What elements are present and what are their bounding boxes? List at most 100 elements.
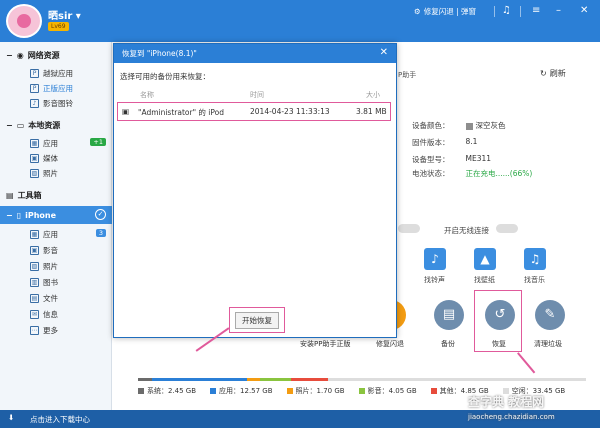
refresh-button[interactable]: ↻ 刷新 [540, 68, 566, 79]
grid-icon: ▦ [30, 138, 39, 148]
close-icon[interactable]: ✕ [380, 47, 388, 58]
fix-crash-label[interactable]: 修复闪退 [376, 339, 404, 349]
minus-icon: − [6, 50, 13, 60]
find-ringtone-label[interactable]: 找铃声 [424, 275, 445, 285]
restore-dialog: 恢复到 "iPhone(8.1)" ✕ 选择可用的备份用来恢复： 名称 时间 大… [113, 43, 397, 338]
legend-swatch [286, 388, 293, 394]
col-size: 大小 [366, 91, 380, 99]
table-header: 名称 时间 大小 [116, 89, 396, 101]
sidebar-item-iphone-photos[interactable]: ▨ 照片 [0, 259, 112, 273]
music-note-icon[interactable]: ♫ [502, 5, 511, 16]
sidebar-item-genuine-apps[interactable]: P 正版应用 [0, 81, 112, 95]
sidebar-item-iphone-books[interactable]: ▥ 图书 [0, 275, 112, 289]
storage-segment-photos [247, 378, 260, 381]
flash-fix-button[interactable]: ⚙ 修复闪退 | 弹窗 [414, 6, 476, 17]
find-wallpaper-label[interactable]: 找壁纸 [474, 275, 495, 285]
legend-item: 影音：4.05 GB [358, 386, 417, 396]
sidebar-item-iphone-files[interactable]: ▤ 文件 [0, 291, 112, 305]
sidebar-item-local-media[interactable]: ▣ 媒体 [0, 151, 112, 165]
annotation-arrow [517, 352, 536, 374]
grid-icon: ▦ [30, 229, 39, 239]
menu-icon[interactable]: ≡ [532, 5, 540, 16]
divider [494, 6, 495, 17]
divider [520, 6, 521, 17]
refresh-label: 刷新 [549, 69, 566, 78]
sidebar-item-label: 照片 [43, 261, 58, 271]
sidebar-item-local-apps[interactable]: ▦ 应用 +1 [0, 136, 112, 150]
storage-segment-media [260, 378, 291, 381]
username[interactable]: 晒sir ▾ [48, 7, 81, 22]
image-icon[interactable]: ▲ [474, 248, 496, 270]
download-icon: ⬇ [8, 413, 15, 422]
legend-item: 应用：12.57 GB [210, 386, 273, 396]
legend-swatch [210, 388, 217, 394]
close-icon[interactable]: ✕ [580, 5, 588, 16]
username-label[interactable]: 晒sir [48, 11, 72, 22]
level-badge: Lv69 [48, 22, 69, 31]
sidebar-item-label: 应用 [43, 138, 58, 148]
legend-swatch [430, 388, 437, 394]
refresh-icon: ↻ [540, 69, 547, 78]
sidebar-item-iphone-apps[interactable]: ▦ 应用 3 [0, 227, 112, 241]
broom-icon[interactable]: ✎ [535, 300, 565, 330]
phone-icon: ▯ [16, 210, 22, 220]
storage-segment-apps [152, 378, 247, 381]
section-network[interactable]: − ◉ 网络资源 [0, 46, 112, 64]
sidebar: − ◉ 网络资源 P 越狱应用 P 正版应用 ♪ 影音图铃 − ▭ 本地资源 ▦ 应用 +1 ▣ 媒… [0, 42, 112, 410]
section-label: 网络资源 [27, 50, 60, 60]
legend-swatch [138, 388, 144, 394]
storage-segment-other [291, 378, 328, 381]
storage-bar [138, 378, 586, 381]
sidebar-item-local-photos[interactable]: ▨ 照片 [0, 166, 112, 180]
backup-time: 2014-04-23 11:33:13 [250, 107, 330, 116]
storage-segment-free [328, 378, 586, 381]
flash-fix-label: 修复闪退 | 弹窗 [423, 7, 477, 16]
install-pp-label[interactable]: 安装PP助手正版 [300, 339, 350, 349]
backup-row[interactable]: ▣ "Administrator" 的 iPod 2014-04-23 11:3… [117, 102, 391, 121]
sidebar-item-label: 文件 [43, 293, 58, 303]
section-label: iPhone [25, 210, 57, 220]
backup-icon[interactable]: ▤ [434, 300, 464, 330]
minimize-icon[interactable]: – [556, 5, 561, 16]
legend-label: 影音：4.05 GB [367, 387, 417, 395]
sidebar-item-label: 越狱应用 [43, 68, 73, 78]
section-iphone[interactable]: − ▯ iPhone ✓ [0, 206, 112, 224]
message-icon: ✉ [30, 309, 39, 319]
toggle-left[interactable] [398, 224, 420, 233]
sidebar-item-label: 影音 [43, 245, 58, 255]
info-value: ME311 [465, 154, 492, 163]
avatar[interactable] [6, 4, 42, 38]
app-icon: P [30, 68, 39, 78]
section-local[interactable]: − ▭ 本地资源 [0, 116, 112, 134]
globe-icon: ◉ [16, 50, 24, 60]
sidebar-item-media[interactable]: ♪ 影音图铃 [0, 96, 112, 110]
sidebar-item-label: 照片 [43, 168, 58, 178]
dialog-title-bar: 恢复到 "iPhone(8.1)" [114, 44, 396, 63]
start-restore-button[interactable]: 开始恢复 [235, 312, 279, 329]
col-name: 名称 [140, 91, 154, 99]
backup-size: 3.81 MB [356, 107, 387, 116]
sidebar-item-jailbreak-apps[interactable]: P 越狱应用 [0, 66, 112, 80]
sidebar-item-label: 图书 [43, 277, 58, 287]
info-value-text: 深空灰色 [475, 121, 506, 130]
device-title: P助手 [398, 71, 417, 79]
minus-icon: − [6, 210, 13, 220]
photo-icon: ▨ [30, 168, 39, 178]
sidebar-item-iphone-media[interactable]: ▣ 影音 [0, 243, 112, 257]
info-row-firmware: 固件版本： 8.1 [412, 137, 477, 148]
info-key: 固件版本： [412, 138, 450, 147]
col-time: 时间 [250, 91, 264, 99]
info-row-model: 设备型号： ME311 [412, 154, 491, 165]
monitor-icon: ▭ [16, 120, 25, 130]
bell-icon[interactable]: ♪ [424, 248, 446, 270]
clean-label[interactable]: 清理垃圾 [534, 339, 562, 349]
download-center-link[interactable]: 点击进入下载中心 [30, 414, 90, 425]
find-music-label[interactable]: 找音乐 [524, 275, 545, 285]
section-toolbox[interactable]: ▤ 工具箱 [0, 186, 112, 204]
backup-label[interactable]: 备份 [441, 339, 455, 349]
wireless-toggle[interactable] [496, 224, 518, 233]
music-note-icon[interactable]: ♫ [524, 248, 546, 270]
sidebar-item-iphone-more[interactable]: ⋯ 更多 [0, 323, 112, 337]
photo-icon: ▨ [30, 261, 39, 271]
sidebar-item-iphone-messages[interactable]: ✉ 信息 [0, 307, 112, 321]
